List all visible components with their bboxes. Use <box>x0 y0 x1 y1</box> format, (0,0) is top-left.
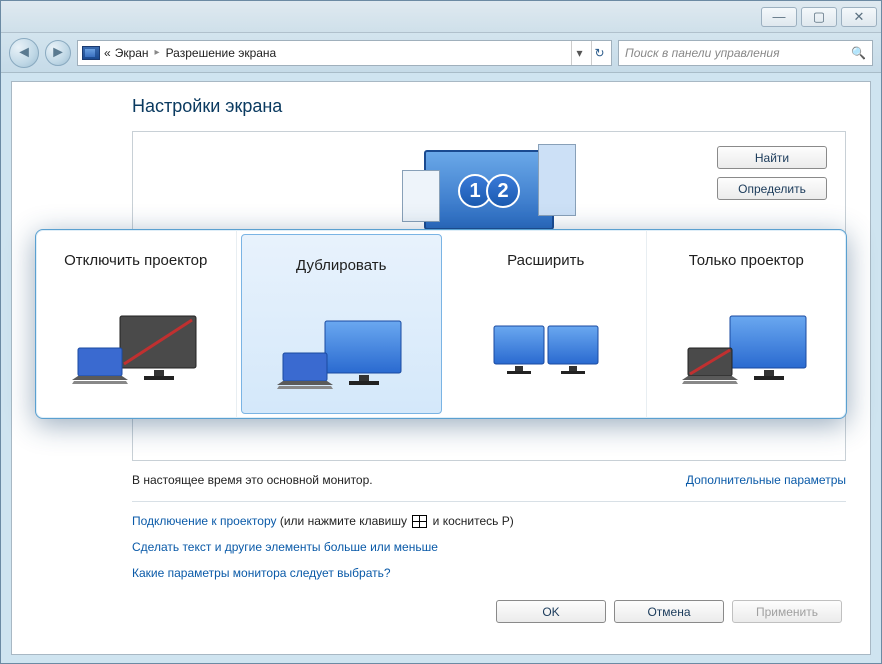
projector-option-label: Отключить проектор <box>64 252 207 290</box>
disconnect-projector-icon <box>44 306 228 386</box>
projector-option-label: Дублировать <box>296 257 386 295</box>
page-title: Настройки экрана <box>132 96 846 117</box>
text-size-link[interactable]: Сделать текст и другие элементы больше и… <box>132 540 438 554</box>
connect-projector-hint-2: и коснитесь P) <box>429 514 513 528</box>
titlebar: — ▢ ✕ <box>1 1 881 33</box>
projector-option-disconnect[interactable]: Отключить проектор <box>36 230 237 418</box>
which-settings-link[interactable]: Какие параметры монитора следует выбрать… <box>132 566 391 580</box>
projector-option-label: Расширить <box>507 252 584 290</box>
search-placeholder: Поиск в панели управления <box>625 46 780 60</box>
advanced-settings-link[interactable]: Дополнительные параметры <box>686 473 846 487</box>
duplicate-icon <box>250 311 434 391</box>
monitor-layout[interactable]: 1 2 <box>424 150 554 230</box>
projector-option-label: Только проектор <box>689 252 804 290</box>
search-input[interactable]: Поиск в панели управления 🔍 <box>618 40 873 66</box>
explorer-window: — ▢ ✕ ◄ ► « Экран ▸ Разрешение экрана ▾ … <box>0 0 882 664</box>
chevron-right-icon: ▸ <box>155 47 160 58</box>
apply-button[interactable]: Применить <box>732 600 842 623</box>
projector-option-extend[interactable]: Расширить <box>446 230 647 418</box>
connect-projector-hint: (или нажмите клавишу <box>277 514 411 528</box>
breadcrumb-item[interactable]: Разрешение экрана <box>166 46 277 60</box>
breadcrumb-back: « <box>104 46 111 60</box>
display-icon <box>82 46 100 60</box>
address-bar: ◄ ► « Экран ▸ Разрешение экрана ▾ ↻ Поис… <box>1 33 881 73</box>
monitor-number-2: 2 <box>486 174 520 208</box>
nav-forward-button[interactable]: ► <box>45 40 71 66</box>
find-button[interactable]: Найти <box>717 146 827 169</box>
maximize-button[interactable]: ▢ <box>801 7 837 27</box>
breadcrumb-item[interactable]: Экран <box>115 46 149 60</box>
search-icon[interactable]: 🔍 <box>851 46 866 60</box>
nav-back-button[interactable]: ◄ <box>9 38 39 68</box>
projector-mode-overlay: Отключить проектор Дублировать <box>35 229 847 419</box>
extend-icon <box>454 306 638 386</box>
breadcrumb-dropdown[interactable]: ▾ <box>571 41 587 65</box>
breadcrumb-input[interactable]: « Экран ▸ Разрешение экрана ▾ ↻ <box>77 40 612 66</box>
projector-option-duplicate[interactable]: Дублировать <box>241 234 443 414</box>
primary-monitor-label: В настоящее время это основной монитор. <box>132 473 373 487</box>
ok-button[interactable]: OK <box>496 600 606 623</box>
minimize-button[interactable]: — <box>761 7 797 27</box>
footer-buttons: OK Отмена Применить <box>132 600 846 623</box>
projector-only-icon <box>655 306 839 386</box>
cancel-button[interactable]: Отмена <box>614 600 724 623</box>
identify-button[interactable]: Определить <box>717 177 827 200</box>
projector-option-projector-only[interactable]: Только проектор <box>647 230 847 418</box>
help-links: Подключение к проектору (или нажмите кла… <box>132 501 846 580</box>
windows-key-icon <box>412 515 427 528</box>
dual-monitor-icon: 1 2 <box>424 150 554 230</box>
refresh-button[interactable]: ↻ <box>591 41 607 65</box>
connect-projector-link[interactable]: Подключение к проектору <box>132 514 277 528</box>
close-button[interactable]: ✕ <box>841 7 877 27</box>
